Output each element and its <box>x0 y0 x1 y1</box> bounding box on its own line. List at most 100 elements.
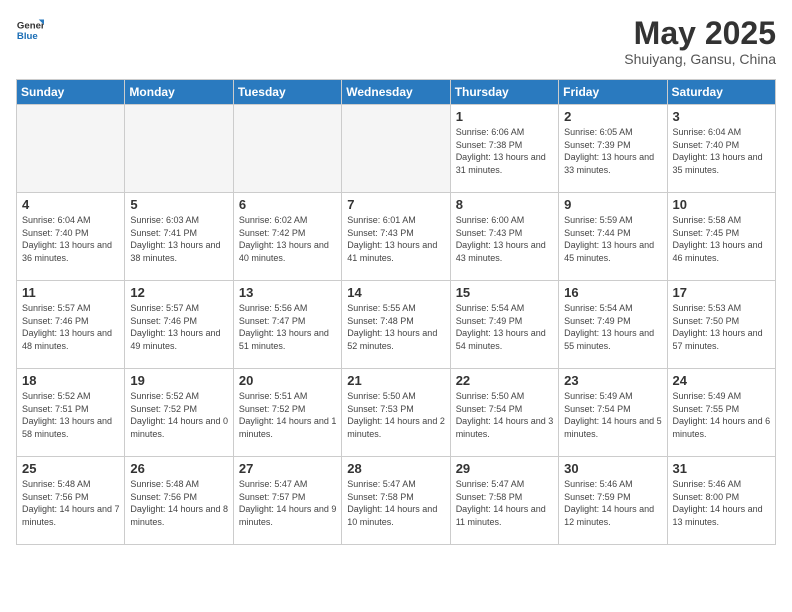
header-friday: Friday <box>559 80 667 105</box>
table-row: 28Sunrise: 5:47 AMSunset: 7:58 PMDayligh… <box>342 457 450 545</box>
day-number: 30 <box>564 461 662 476</box>
table-row: 22 Sunrise: 5:50 AMSunset: 7:54 PMDayligh… <box>450 369 558 457</box>
day-number: 3 <box>673 109 771 124</box>
day-number: 26 <box>130 461 228 476</box>
day-number: 18 <box>22 373 120 388</box>
table-row: 25 Sunrise: 5:48 AMSunset: 7:56 PMDayligh… <box>17 457 125 545</box>
table-row: 29Sunrise: 5:47 AMSunset: 7:58 PMDayligh… <box>450 457 558 545</box>
day-number: 27 <box>239 461 337 476</box>
day-number: 4 <box>22 197 120 212</box>
day-info: Sunrise: 5:48 AMSunset: 7:56 PMDaylight:… <box>22 478 120 528</box>
table-row: 27 Sunrise: 5:47 AMSunset: 7:57 PMDayligh… <box>233 457 341 545</box>
day-number: 5 <box>130 197 228 212</box>
table-row: 4 Sunrise: 6:04 AMSunset: 7:40 PMDaylight… <box>17 193 125 281</box>
page-header: General Blue May 2025 Shuiyang, Gansu, C… <box>16 16 776 67</box>
table-row: 16 Sunrise: 5:54 AMSunset: 7:49 PMDayligh… <box>559 281 667 369</box>
day-number: 6 <box>239 197 337 212</box>
day-info: Sunrise: 6:05 AMSunset: 7:39 PMDaylight:… <box>564 126 662 176</box>
table-row <box>125 105 233 193</box>
day-info: Sunrise: 5:50 AMSunset: 7:54 PMDaylight:… <box>456 390 554 440</box>
day-info: Sunrise: 5:54 AMSunset: 7:49 PMDaylight:… <box>564 302 662 352</box>
table-row: 2 Sunrise: 6:05 AMSunset: 7:39 PMDaylight… <box>559 105 667 193</box>
table-row: 1 Sunrise: 6:06 AMSunset: 7:38 PMDaylight… <box>450 105 558 193</box>
day-info: Sunrise: 5:47 AMSunset: 7:58 PMDaylight:… <box>347 478 445 528</box>
table-row: 13 Sunrise: 5:56 AMSunset: 7:47 PMDayligh… <box>233 281 341 369</box>
day-info: Sunrise: 5:48 AMSunset: 7:56 PMDaylight:… <box>130 478 228 528</box>
table-row: 12 Sunrise: 5:57 AMSunset: 7:46 PMDayligh… <box>125 281 233 369</box>
day-number: 24 <box>673 373 771 388</box>
day-info: Sunrise: 5:57 AMSunset: 7:46 PMDaylight:… <box>22 302 120 352</box>
calendar-subtitle: Shuiyang, Gansu, China <box>624 51 776 67</box>
day-info: Sunrise: 6:06 AMSunset: 7:38 PMDaylight:… <box>456 126 554 176</box>
header-thursday: Thursday <box>450 80 558 105</box>
table-row: 24 Sunrise: 5:49 AMSunset: 7:55 PMDayligh… <box>667 369 775 457</box>
table-row: 17Sunrise: 5:53 AMSunset: 7:50 PMDayligh… <box>667 281 775 369</box>
table-row: 31 Sunrise: 5:46 AMSunset: 8:00 PMDayligh… <box>667 457 775 545</box>
day-number: 9 <box>564 197 662 212</box>
table-row: 7Sunrise: 6:01 AMSunset: 7:43 PMDaylight… <box>342 193 450 281</box>
week-row-4: 18Sunrise: 5:52 AMSunset: 7:51 PMDayligh… <box>17 369 776 457</box>
table-row: 20 Sunrise: 5:51 AMSunset: 7:52 PMDayligh… <box>233 369 341 457</box>
day-number: 1 <box>456 109 554 124</box>
table-row <box>342 105 450 193</box>
day-info: Sunrise: 6:04 AMSunset: 7:40 PMDaylight:… <box>673 126 771 176</box>
day-info: Sunrise: 5:49 AMSunset: 7:54 PMDaylight:… <box>564 390 662 440</box>
day-number: 7 <box>347 197 445 212</box>
table-row: 3 Sunrise: 6:04 AMSunset: 7:40 PMDaylight… <box>667 105 775 193</box>
day-number: 13 <box>239 285 337 300</box>
table-row: 8Sunrise: 6:00 AMSunset: 7:43 PMDaylight… <box>450 193 558 281</box>
day-info: Sunrise: 5:47 AMSunset: 7:57 PMDaylight:… <box>239 478 337 528</box>
day-info: Sunrise: 6:02 AMSunset: 7:42 PMDaylight:… <box>239 214 337 264</box>
day-info: Sunrise: 6:03 AMSunset: 7:41 PMDaylight:… <box>130 214 228 264</box>
day-number: 20 <box>239 373 337 388</box>
day-number: 22 <box>456 373 554 388</box>
table-row: 9 Sunrise: 5:59 AMSunset: 7:44 PMDaylight… <box>559 193 667 281</box>
day-info: Sunrise: 5:54 AMSunset: 7:49 PMDaylight:… <box>456 302 554 352</box>
day-number: 16 <box>564 285 662 300</box>
calendar-table: Sunday Monday Tuesday Wednesday Thursday… <box>16 79 776 545</box>
title-block: May 2025 Shuiyang, Gansu, China <box>624 16 776 67</box>
header-tuesday: Tuesday <box>233 80 341 105</box>
table-row: 11 Sunrise: 5:57 AMSunset: 7:46 PMDayligh… <box>17 281 125 369</box>
week-row-1: 1 Sunrise: 6:06 AMSunset: 7:38 PMDaylight… <box>17 105 776 193</box>
table-row: 19Sunrise: 5:52 AMSunset: 7:52 PMDayligh… <box>125 369 233 457</box>
day-header-row: Sunday Monday Tuesday Wednesday Thursday… <box>17 80 776 105</box>
day-info: Sunrise: 5:57 AMSunset: 7:46 PMDaylight:… <box>130 302 228 352</box>
day-info: Sunrise: 5:56 AMSunset: 7:47 PMDaylight:… <box>239 302 337 352</box>
week-row-2: 4 Sunrise: 6:04 AMSunset: 7:40 PMDaylight… <box>17 193 776 281</box>
svg-text:Blue: Blue <box>17 31 38 42</box>
table-row: 21Sunrise: 5:50 AMSunset: 7:53 PMDayligh… <box>342 369 450 457</box>
table-row: 14Sunrise: 5:55 AMSunset: 7:48 PMDayligh… <box>342 281 450 369</box>
header-sunday: Sunday <box>17 80 125 105</box>
day-info: Sunrise: 5:51 AMSunset: 7:52 PMDaylight:… <box>239 390 337 440</box>
day-info: Sunrise: 6:00 AMSunset: 7:43 PMDaylight:… <box>456 214 554 264</box>
table-row <box>17 105 125 193</box>
day-number: 15 <box>456 285 554 300</box>
day-number: 25 <box>22 461 120 476</box>
day-number: 19 <box>130 373 228 388</box>
logo: General Blue <box>16 16 44 44</box>
day-number: 11 <box>22 285 120 300</box>
day-info: Sunrise: 5:53 AMSunset: 7:50 PMDaylight:… <box>673 302 771 352</box>
day-info: Sunrise: 5:59 AMSunset: 7:44 PMDaylight:… <box>564 214 662 264</box>
day-number: 21 <box>347 373 445 388</box>
day-number: 12 <box>130 285 228 300</box>
day-info: Sunrise: 5:55 AMSunset: 7:48 PMDaylight:… <box>347 302 445 352</box>
day-info: Sunrise: 5:49 AMSunset: 7:55 PMDaylight:… <box>673 390 771 440</box>
day-number: 2 <box>564 109 662 124</box>
table-row <box>233 105 341 193</box>
table-row: 5 Sunrise: 6:03 AMSunset: 7:41 PMDaylight… <box>125 193 233 281</box>
day-number: 23 <box>564 373 662 388</box>
day-info: Sunrise: 5:58 AMSunset: 7:45 PMDaylight:… <box>673 214 771 264</box>
week-row-5: 25 Sunrise: 5:48 AMSunset: 7:56 PMDayligh… <box>17 457 776 545</box>
day-info: Sunrise: 6:04 AMSunset: 7:40 PMDaylight:… <box>22 214 120 264</box>
day-number: 31 <box>673 461 771 476</box>
table-row: 15 Sunrise: 5:54 AMSunset: 7:49 PMDayligh… <box>450 281 558 369</box>
day-info: Sunrise: 5:46 AMSunset: 7:59 PMDaylight:… <box>564 478 662 528</box>
day-number: 29 <box>456 461 554 476</box>
table-row: 10Sunrise: 5:58 AMSunset: 7:45 PMDayligh… <box>667 193 775 281</box>
day-info: Sunrise: 5:46 AMSunset: 8:00 PMDaylight:… <box>673 478 771 528</box>
logo-icon: General Blue <box>16 16 44 44</box>
header-saturday: Saturday <box>667 80 775 105</box>
table-row: 26 Sunrise: 5:48 AMSunset: 7:56 PMDayligh… <box>125 457 233 545</box>
